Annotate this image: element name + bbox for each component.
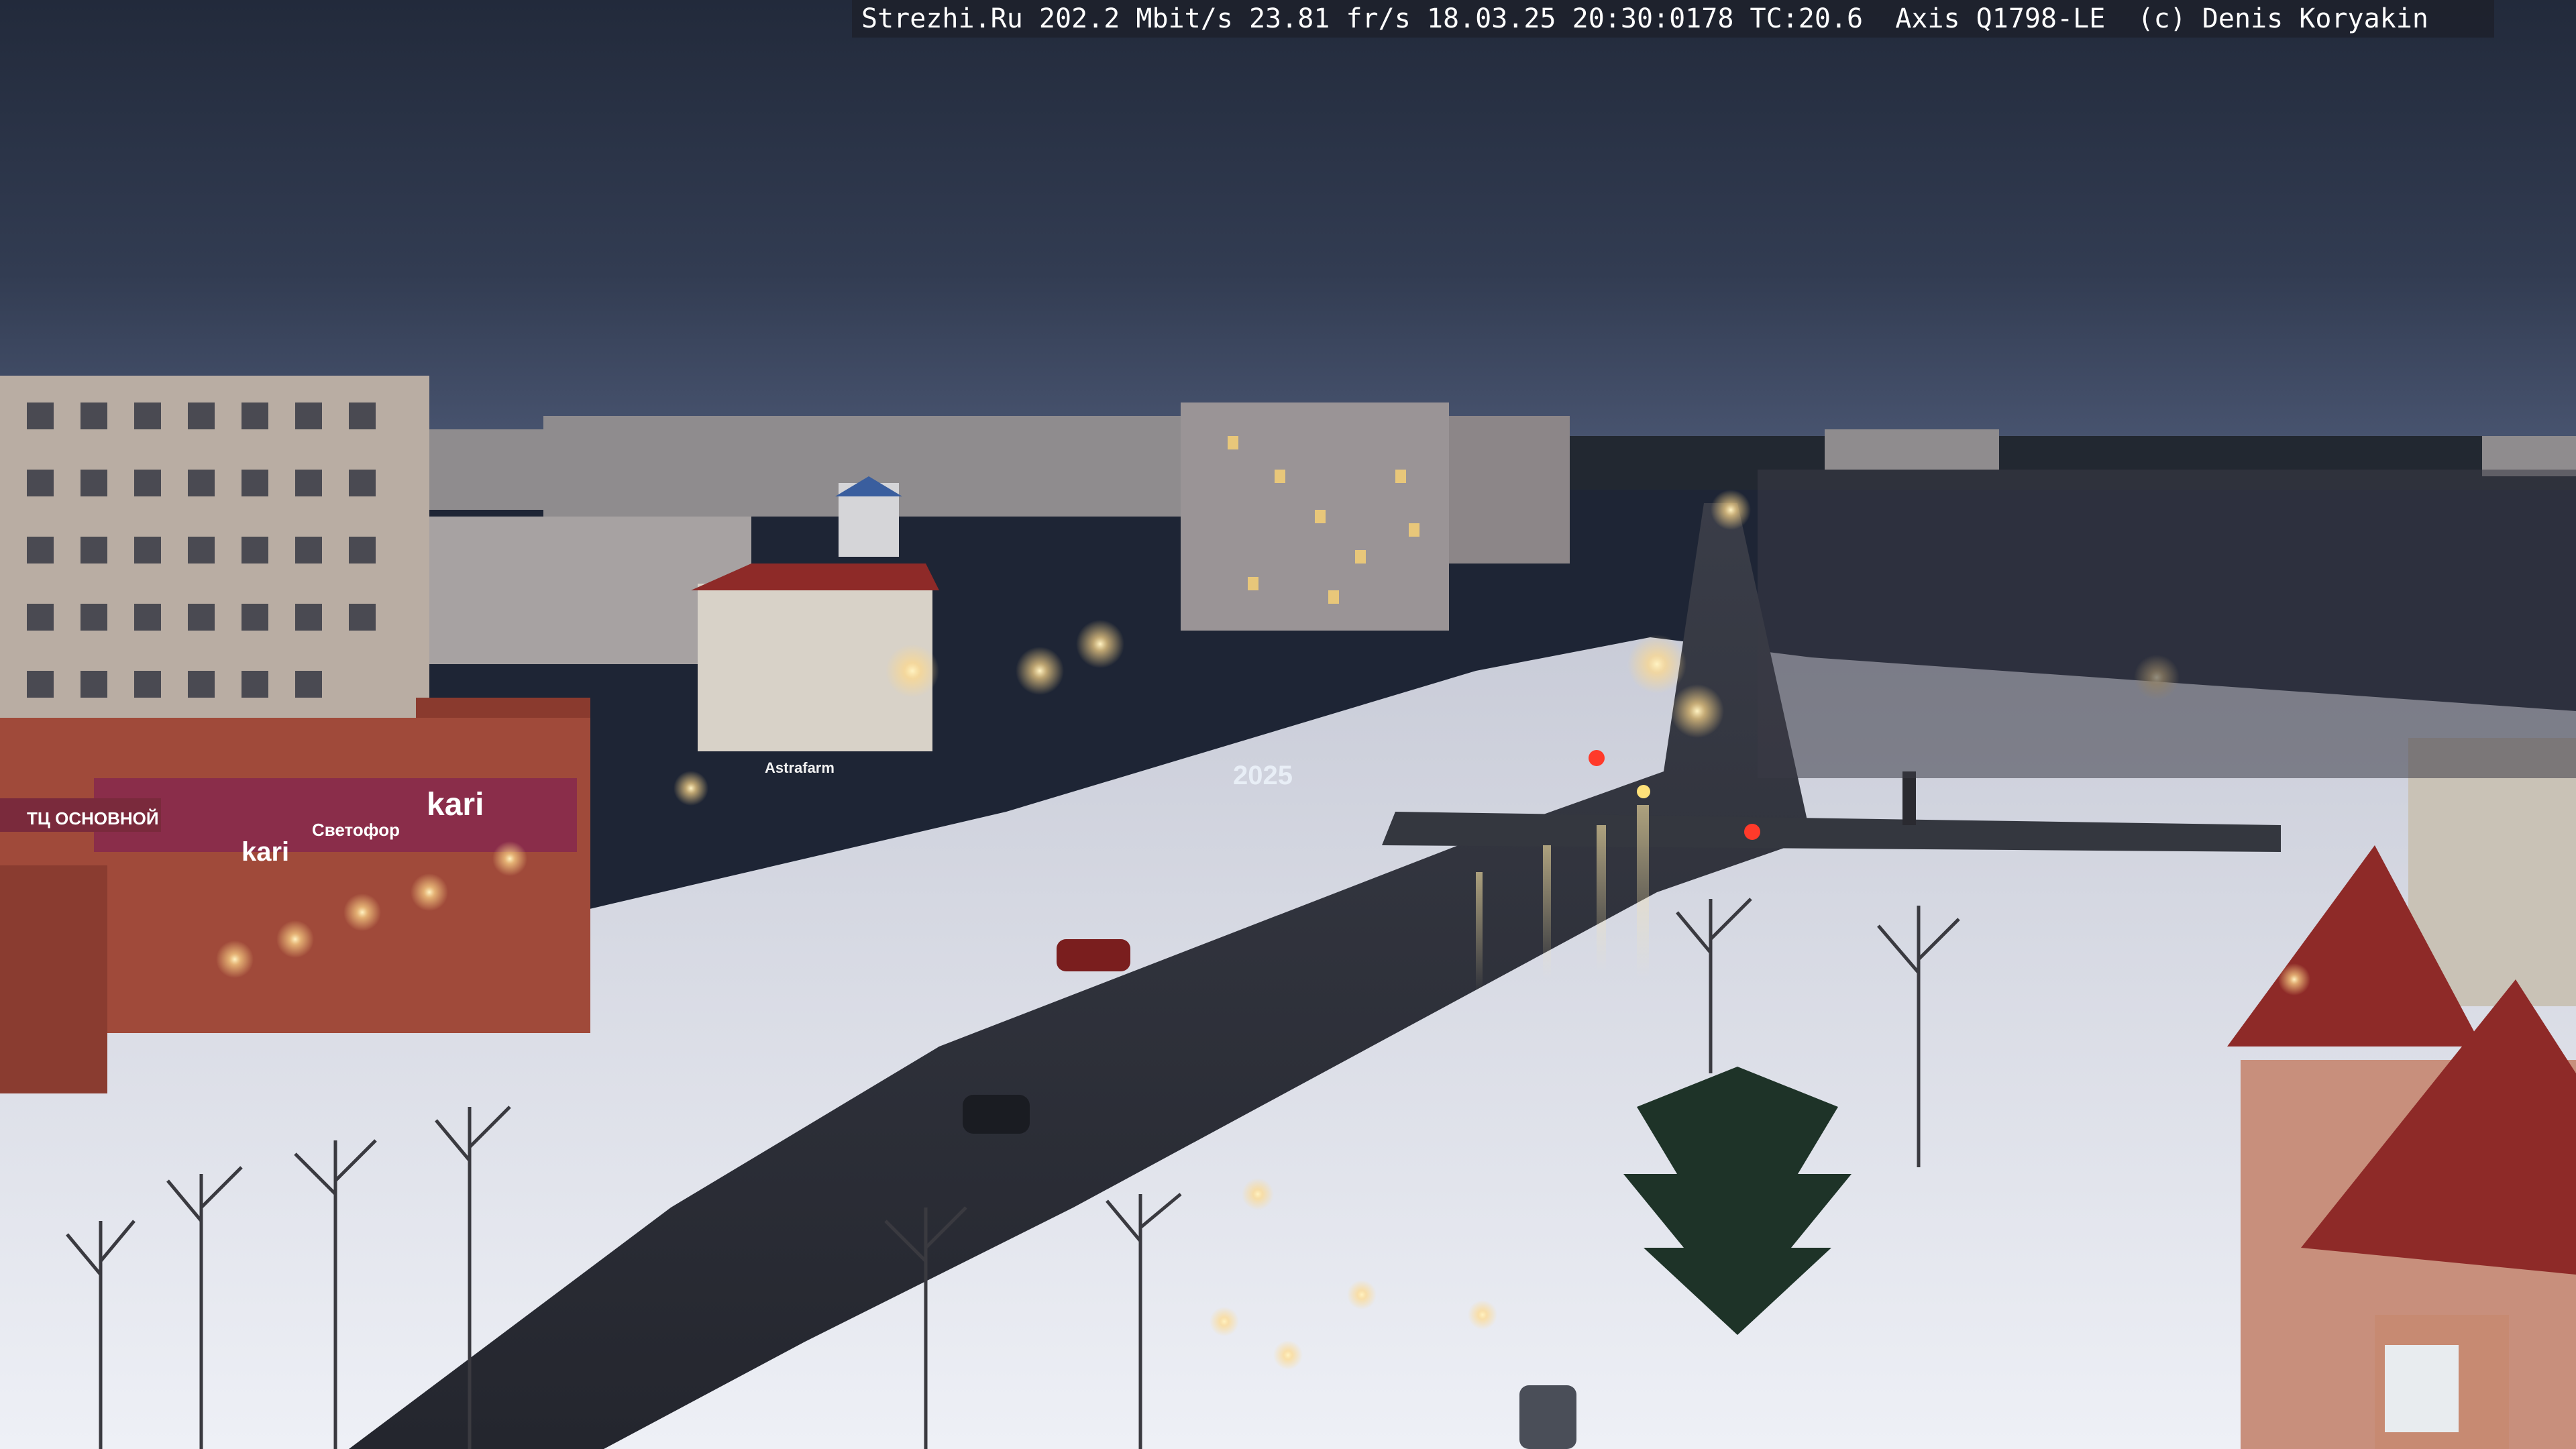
snow-sculpture-year: 2025 <box>1233 761 1293 790</box>
dark-car <box>963 1095 1030 1134</box>
store-sign-left: ТЦ ОСНОВНОЙ <box>27 808 159 828</box>
red-car <box>1057 939 1130 971</box>
kari-sign-secondary: kari <box>241 837 290 867</box>
kari-sign-main: kari <box>427 787 484 822</box>
camera-overlay-text: Strezhi.Ru 202.2 Mbit/s 23.81 fr/s 18.03… <box>852 0 2494 38</box>
center-tower-right <box>1449 416 1570 564</box>
monument <box>1902 771 1916 825</box>
right-forest <box>1758 470 2576 778</box>
webcam-scene <box>0 0 2576 1449</box>
store-banner: Светофор <box>312 820 400 840</box>
billboard-text: Astrafarm <box>765 759 835 776</box>
parked-car <box>1519 1385 1576 1449</box>
